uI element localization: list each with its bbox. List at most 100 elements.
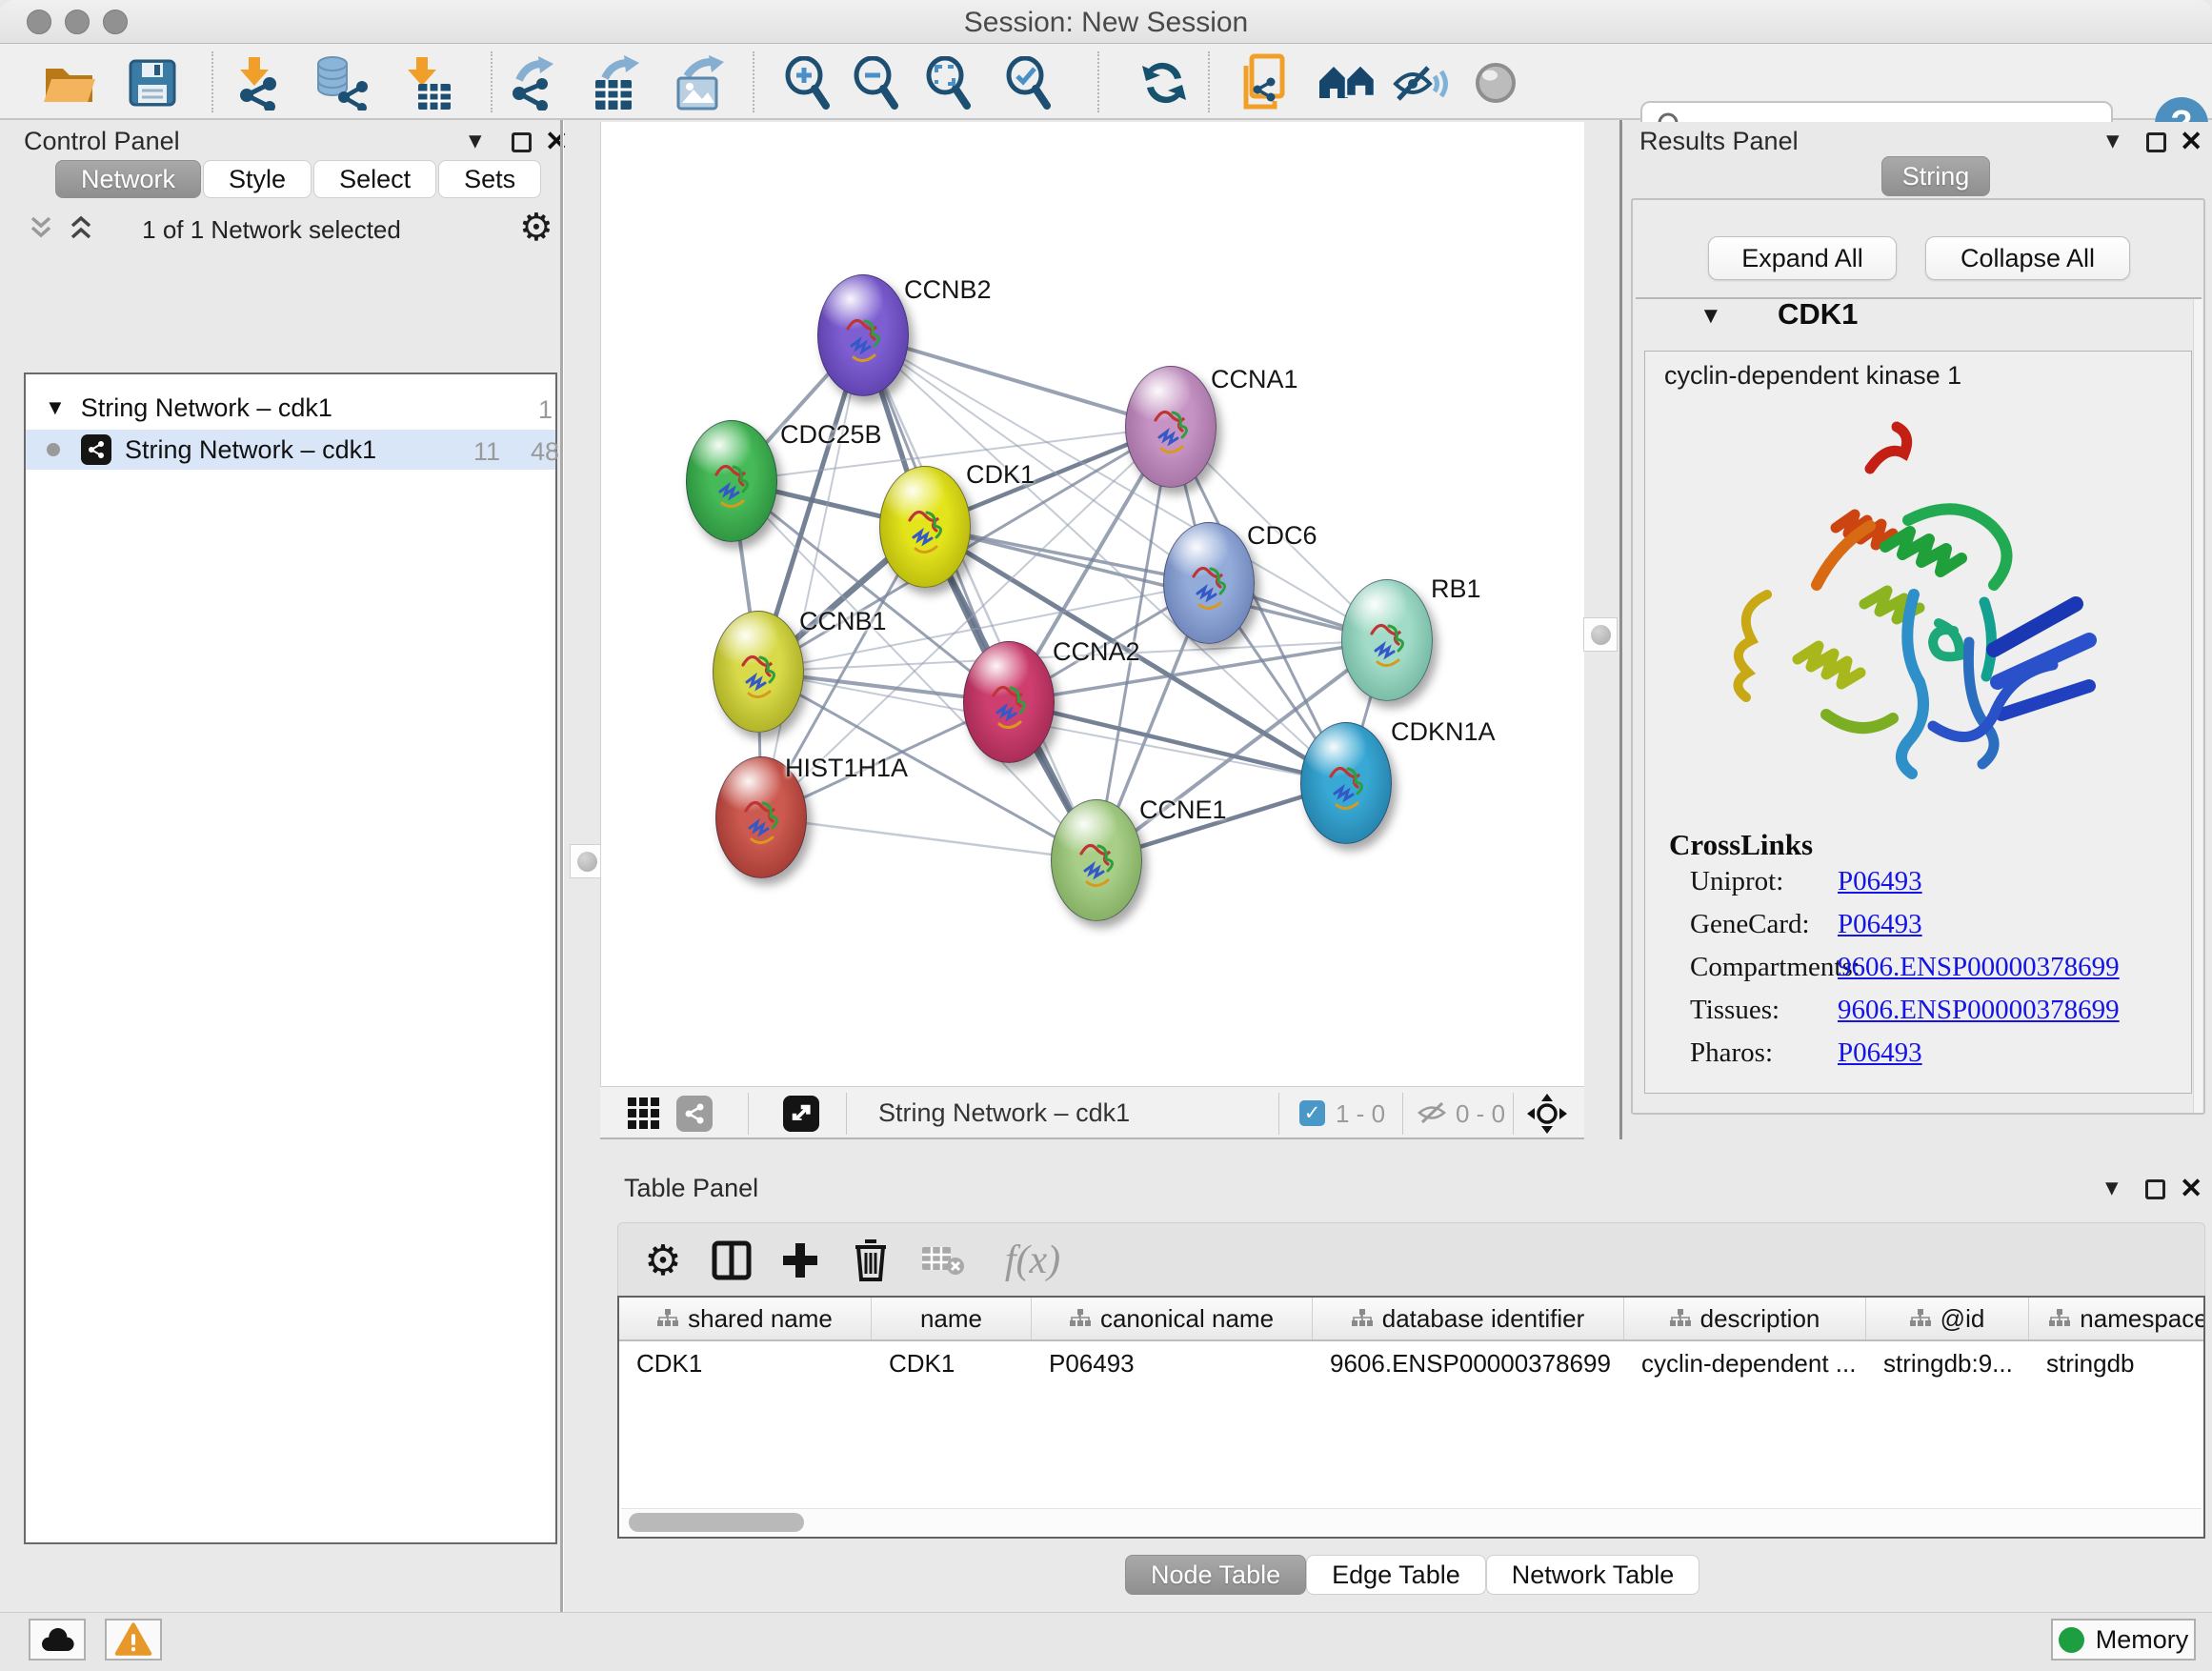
collapse-all-button[interactable]: Collapse All [1925,236,2130,280]
table-options-gear-icon[interactable]: ⚙ [635,1233,691,1288]
results-panel-float-button[interactable] [2146,132,2166,157]
control-panel-splitter[interactable] [560,120,563,1671]
right-splitter-handle[interactable] [1583,617,1618,652]
zoom-in-button[interactable] [777,55,838,111]
node-ccnb2[interactable] [817,274,909,396]
tab-node-table[interactable]: Node Table [1125,1555,1306,1595]
table-cell[interactable]: stringdb:9... [1866,1343,2029,1383]
results-panel-close-button[interactable]: ✕ [2180,125,2202,158]
tab-edge-table[interactable]: Edge Table [1306,1555,1486,1595]
table-cell[interactable]: CDK1 [619,1343,872,1383]
table-cell[interactable]: cyclin-dependent ... [1624,1343,1866,1383]
results-scrollbar-track[interactable] [2193,299,2202,1113]
table-row[interactable]: CDK1CDK1P064939606.ENSP00000378699cyclin… [619,1343,2205,1383]
export-table-button[interactable] [587,55,648,111]
left-splitter-handle[interactable] [570,844,604,878]
node-ccnb1[interactable] [713,611,804,733]
delete-table-button[interactable] [915,1233,971,1288]
birds-eye-view-button[interactable] [783,1096,819,1132]
table-toolbar: ⚙ f(x) [617,1222,2205,1296]
entry-description: cyclin-dependent kinase 1 [1664,361,1961,391]
hide-selected-button[interactable] [1389,55,1450,111]
net-toolbar-separator [846,1093,847,1135]
network-share-view-button[interactable] [676,1096,713,1132]
show-columns-button[interactable] [704,1233,759,1288]
expand-all-tree-button[interactable] [67,213,95,242]
table-cell[interactable]: stringdb [2029,1343,2205,1383]
table-panel-title: Table Panel [624,1174,758,1203]
zoom-fit-button[interactable] [918,55,979,111]
clone-network-button[interactable] [1235,55,1296,111]
table-panel-close-button[interactable]: ✕ [2180,1172,2202,1205]
node-ccna2[interactable] [963,641,1055,763]
node-ccne1[interactable] [1051,799,1142,921]
tab-sets[interactable]: Sets [438,160,541,198]
entry-expander-icon[interactable]: ▼ [1699,303,1722,330]
tab-network[interactable]: Network [55,160,201,198]
collection-expander-icon[interactable]: ▼ [45,395,66,420]
create-column-button[interactable] [773,1233,828,1288]
show-all-nodes-button[interactable] [1317,55,1377,111]
table-hscrollbar-track[interactable] [621,1508,2202,1535]
column-header-database-identifier[interactable]: database identifier [1313,1298,1624,1339]
delete-column-button[interactable] [843,1233,898,1288]
table-panel-float-button[interactable] [2145,1179,2165,1204]
node-ccna1[interactable] [1125,366,1217,488]
crosslink-link[interactable]: 9606.ENSP00000378699 [1838,952,2120,983]
collapse-all-tree-button[interactable] [27,213,55,242]
import-network-button[interactable] [227,55,288,111]
table-hscrollbar-thumb[interactable] [629,1513,804,1532]
network-options-gear-icon[interactable]: ⚙ [519,206,553,250]
node-cdk1[interactable] [879,466,971,588]
table-cell[interactable]: P06493 [1032,1343,1313,1383]
node-rb1[interactable] [1341,579,1433,701]
network-collection-row[interactable]: ▼ String Network – cdk1 [26,388,555,428]
column-header-description[interactable]: description [1624,1298,1866,1339]
memory-button[interactable]: Memory [2051,1619,2196,1661]
node-table: shared namename canonical name database … [617,1296,2205,1539]
import-table-button[interactable] [396,55,457,111]
tab-string[interactable]: String [1881,156,1990,196]
tab-style[interactable]: Style [203,160,312,198]
warning-status-button[interactable] [105,1619,162,1661]
pan-crosshair-button[interactable] [1526,1093,1568,1135]
tab-network-table[interactable]: Network Table [1486,1555,1700,1595]
zoom-selected-button[interactable] [998,55,1059,111]
net-toolbar-separator [748,1093,749,1135]
node-cdc6[interactable] [1163,522,1255,644]
control-panel-float-button[interactable] [512,132,532,157]
network-canvas[interactable]: CCNB2 CCNA1 CDC25B CDK1 CDC6 RB1 CCNB1 C… [600,122,1584,1086]
crosslink-link[interactable]: 9606.ENSP00000378699 [1838,995,2120,1026]
export-image-button[interactable] [671,55,732,111]
column-header-namespace[interactable]: namespace [2029,1298,2205,1339]
crosslink-link[interactable]: P06493 [1838,866,1922,897]
crosslink-link[interactable]: P06493 [1838,909,1922,940]
table-cell[interactable]: 9606.ENSP00000378699 [1313,1343,1624,1383]
cloud-status-button[interactable] [29,1619,86,1661]
expand-all-button[interactable]: Expand All [1708,236,1897,280]
tab-select[interactable]: Select [313,160,436,198]
table-cell[interactable]: CDK1 [872,1343,1032,1383]
node-cdkn1a[interactable] [1300,722,1392,844]
export-network-button[interactable] [503,55,564,111]
show-hidden-button[interactable] [1465,55,1526,111]
control-panel-close-button[interactable]: ✕ [545,125,568,158]
results-panel-menu-arrow[interactable]: ▾ [2106,126,2120,155]
zoom-out-button[interactable] [846,55,907,111]
import-network-from-database-button[interactable] [311,55,372,111]
function-builder-button[interactable]: f(x) [990,1233,1076,1288]
selected-checkbox-icon[interactable]: ✓ [1299,1100,1325,1126]
column-header-name[interactable]: name [872,1298,1032,1339]
open-session-button[interactable] [40,55,101,111]
table-panel-menu-arrow[interactable]: ▾ [2105,1173,2119,1202]
net-toolbar-separator [1513,1093,1514,1135]
save-session-button[interactable] [122,55,183,111]
column-header-canonical-name[interactable]: canonical name [1032,1298,1313,1339]
node-cdc25b[interactable] [686,420,777,542]
refresh-button[interactable] [1134,55,1195,111]
column-header-shared-name[interactable]: shared name [619,1298,872,1339]
control-panel-menu-arrow[interactable]: ▾ [469,126,482,155]
crosslink-link[interactable]: P06493 [1838,1037,1922,1069]
column-header--id[interactable]: @id [1866,1298,2029,1339]
grid-view-button[interactable] [627,1097,661,1131]
